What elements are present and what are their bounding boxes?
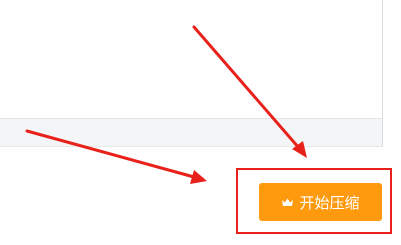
annotation-arrows (25, 25, 307, 184)
arrow-to-button-top (192, 25, 307, 158)
arrow-to-button-left (25, 129, 207, 184)
